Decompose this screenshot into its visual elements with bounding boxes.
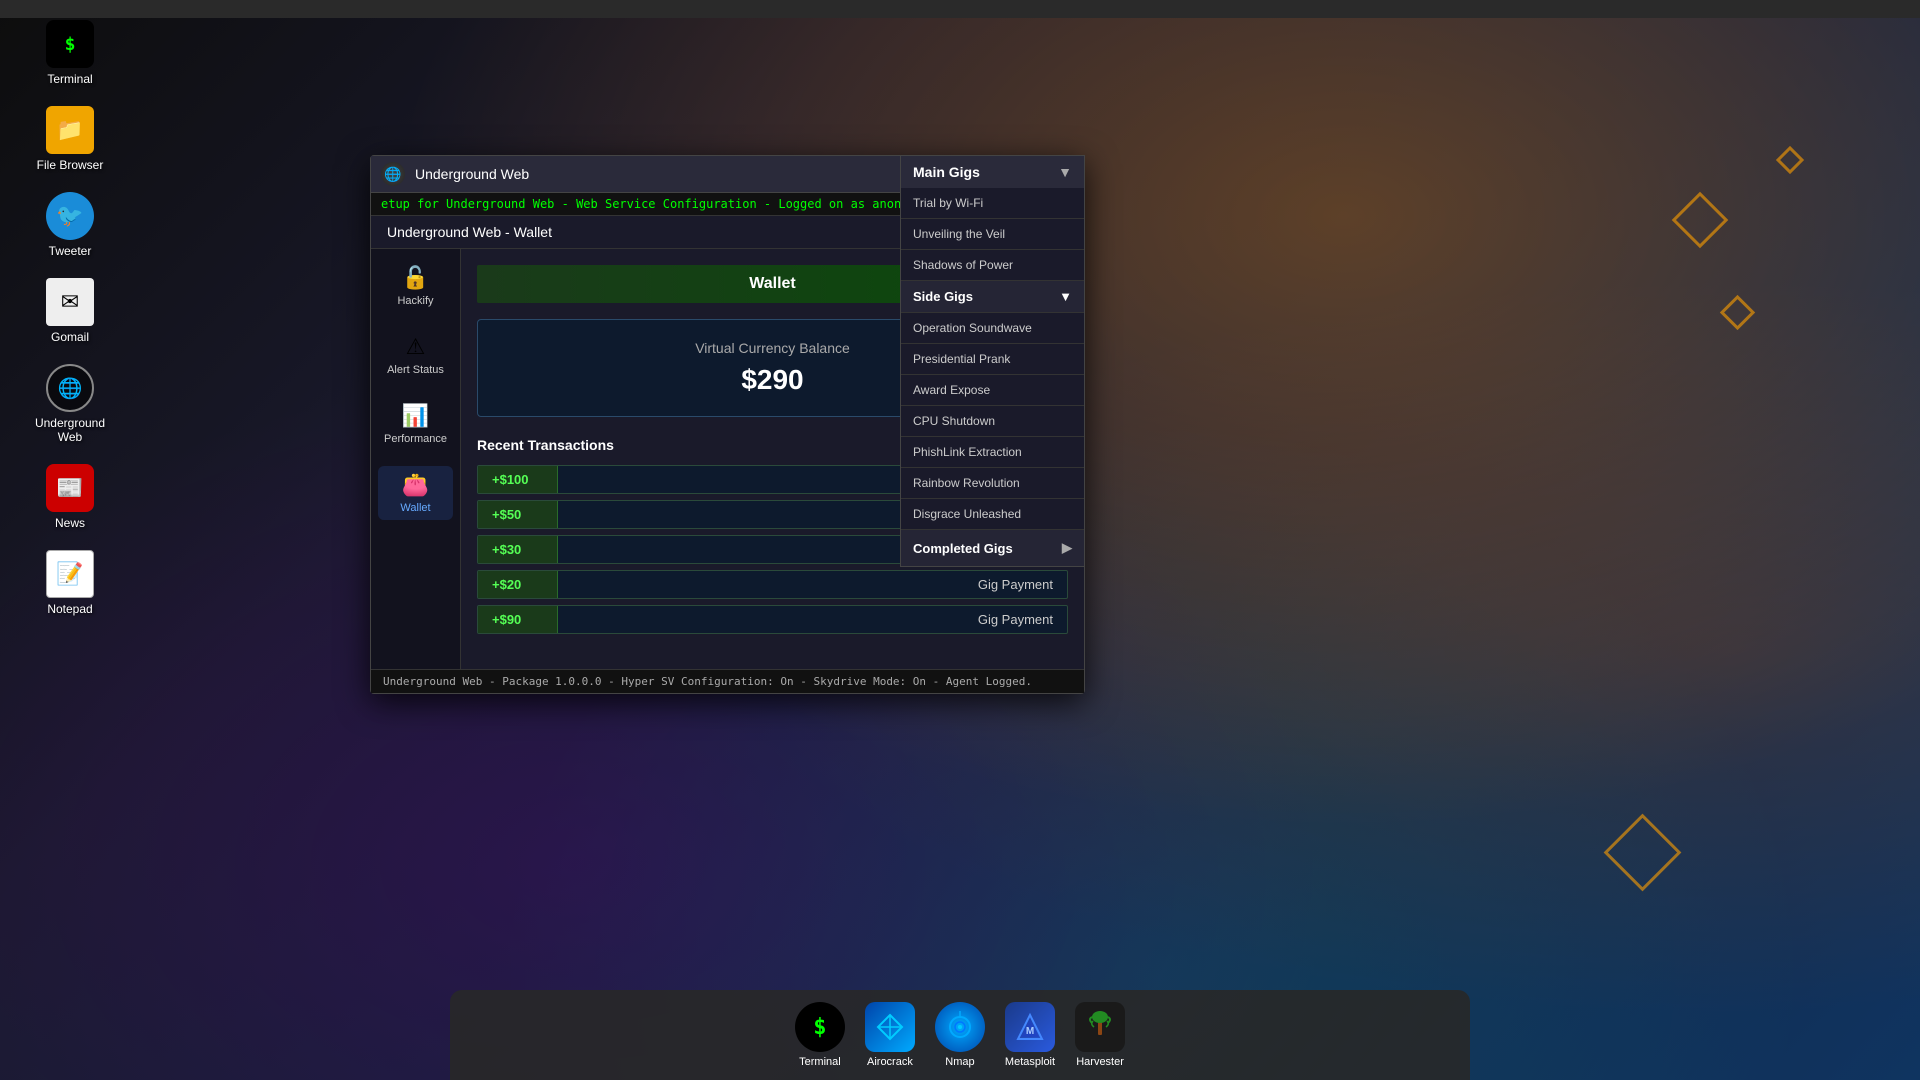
trans-amount: +$30 bbox=[478, 536, 558, 563]
taskbar-terminal[interactable]: $ Terminal bbox=[795, 1002, 845, 1068]
window-app-icon: 🌐 bbox=[381, 162, 405, 186]
completed-gigs-label: Completed Gigs bbox=[913, 541, 1013, 556]
desktop-icon-filebrowser[interactable]: 📁 File Browser bbox=[30, 106, 110, 172]
svg-text:M: M bbox=[1026, 1026, 1034, 1037]
hackify-label: Hackify bbox=[397, 295, 433, 307]
gig-item-disgrace-unleashed[interactable]: Disgrace Unleashed bbox=[901, 499, 1084, 530]
trans-amount: +$100 bbox=[478, 466, 558, 493]
performance-label: Performance bbox=[384, 433, 447, 445]
sidebar-performance[interactable]: 📊 Performance bbox=[378, 397, 453, 451]
gig-item-presidential-prank[interactable]: Presidential Prank bbox=[901, 344, 1084, 375]
deco-diamond bbox=[1604, 814, 1682, 892]
taskbar-airocrack[interactable]: Airocrack bbox=[865, 1002, 915, 1068]
desktop-icon-tweeter[interactable]: 🐦 Tweeter bbox=[30, 192, 110, 258]
news-label: News bbox=[55, 516, 85, 530]
side-gigs-header: Side Gigs ▼ bbox=[901, 281, 1084, 313]
deco-diamond bbox=[1672, 192, 1729, 249]
trans-desc: Gig Payment bbox=[558, 571, 1067, 598]
completed-gigs-expand-icon[interactable]: ▶ bbox=[1062, 540, 1072, 556]
taskbar-bottom: $ Terminal Airocrack Nmap bbox=[450, 990, 1470, 1080]
desktop-icon-notepad[interactable]: 📝 Notepad bbox=[30, 550, 110, 616]
gigs-panel: Main Gigs ▼ Trial by Wi-Fi Unveiling the… bbox=[900, 155, 1085, 567]
desktop-icon-gomail[interactable]: ✉ Gomail bbox=[30, 278, 110, 344]
main-gigs-header: Main Gigs ▼ bbox=[901, 156, 1084, 188]
gomail-label: Gomail bbox=[51, 330, 89, 344]
performance-icon: 📊 bbox=[402, 403, 429, 429]
gig-item-rainbow-revolution[interactable]: Rainbow Revolution bbox=[901, 468, 1084, 499]
sidebar-wallet[interactable]: 👛 Wallet bbox=[378, 466, 453, 520]
taskbar-metasploit-icon: M bbox=[1005, 1002, 1055, 1052]
sidebar-alert-status[interactable]: ⚠ Alert Status bbox=[378, 328, 453, 382]
taskbar-top bbox=[0, 0, 1920, 18]
taskbar-terminal-label: Terminal bbox=[799, 1056, 841, 1068]
side-gigs-label: Side Gigs bbox=[913, 289, 973, 304]
underground-web-label: Underground Web bbox=[30, 416, 110, 444]
transaction-row: +$20 Gig Payment bbox=[477, 570, 1068, 599]
desktop-icon-news[interactable]: 📰 News bbox=[30, 464, 110, 530]
taskbar-harvester[interactable]: Harvester bbox=[1075, 1002, 1125, 1068]
notepad-label: Notepad bbox=[47, 602, 92, 616]
gig-item-phishlink-extraction[interactable]: PhishLink Extraction bbox=[901, 437, 1084, 468]
taskbar-terminal-icon: $ bbox=[795, 1002, 845, 1052]
hackify-icon: 🔓 bbox=[402, 265, 429, 291]
taskbar-nmap[interactable]: Nmap bbox=[935, 1002, 985, 1068]
taskbar-metasploit-label: Metasploit bbox=[1005, 1056, 1055, 1068]
taskbar-harvester-icon bbox=[1075, 1002, 1125, 1052]
gig-item-award-expose[interactable]: Award Expose bbox=[901, 375, 1084, 406]
tweeter-icon: 🐦 bbox=[46, 192, 94, 240]
filebrowser-label: File Browser bbox=[37, 158, 104, 172]
taskbar-metasploit[interactable]: M Metasploit bbox=[1005, 1002, 1055, 1068]
trans-amount: +$20 bbox=[478, 571, 558, 598]
main-gigs-expand-icon[interactable]: ▼ bbox=[1058, 164, 1072, 180]
transaction-row: +$90 Gig Payment bbox=[477, 605, 1068, 634]
gig-item-trial-by-wifi[interactable]: Trial by Wi-Fi bbox=[901, 188, 1084, 219]
side-gigs-expand-icon[interactable]: ▼ bbox=[1059, 289, 1072, 304]
taskbar-harvester-label: Harvester bbox=[1076, 1056, 1124, 1068]
trans-amount: +$50 bbox=[478, 501, 558, 528]
gig-item-cpu-shutdown[interactable]: CPU Shutdown bbox=[901, 406, 1084, 437]
app-sidebar: 🔓 Hackify ⚠ Alert Status 📊 Performance 👛… bbox=[371, 249, 461, 669]
main-gigs-label: Main Gigs bbox=[913, 164, 980, 180]
folder-icon: 📁 bbox=[46, 106, 94, 154]
trans-desc: Gig Payment bbox=[558, 606, 1067, 633]
alert-status-label: Alert Status bbox=[387, 364, 444, 376]
alert-status-icon: ⚠ bbox=[406, 334, 426, 360]
gig-item-shadows-of-power[interactable]: Shadows of Power bbox=[901, 250, 1084, 281]
deco-diamond bbox=[1776, 146, 1804, 174]
taskbar-nmap-label: Nmap bbox=[945, 1056, 974, 1068]
trans-amount: +$90 bbox=[478, 606, 558, 633]
wallet-label: Wallet bbox=[400, 502, 430, 514]
desktop-icons-container: $ Terminal 📁 File Browser 🐦 Tweeter ✉ Go… bbox=[30, 20, 110, 616]
desktop-icon-terminal[interactable]: $ Terminal bbox=[30, 20, 110, 86]
terminal-label: Terminal bbox=[47, 72, 92, 86]
sidebar-hackify[interactable]: 🔓 Hackify bbox=[378, 259, 453, 313]
gig-item-unveiling-the-veil[interactable]: Unveiling the Veil bbox=[901, 219, 1084, 250]
underground-web-icon: 🌐 bbox=[46, 364, 94, 412]
taskbar-nmap-icon bbox=[935, 1002, 985, 1052]
gig-item-operation-soundwave[interactable]: Operation Soundwave bbox=[901, 313, 1084, 344]
gomail-icon: ✉ bbox=[46, 278, 94, 326]
tweeter-label: Tweeter bbox=[49, 244, 92, 258]
completed-gigs-header: Completed Gigs ▶ bbox=[901, 530, 1084, 566]
taskbar-airocrack-icon bbox=[865, 1002, 915, 1052]
desktop-icon-underground-web[interactable]: 🌐 Underground Web bbox=[30, 364, 110, 444]
taskbar-airocrack-label: Airocrack bbox=[867, 1056, 913, 1068]
window-statusbar: Underground Web - Package 1.0.0.0 - Hype… bbox=[371, 669, 1084, 693]
notepad-icon: 📝 bbox=[46, 550, 94, 598]
wallet-icon: 👛 bbox=[402, 472, 429, 498]
terminal-icon: $ bbox=[46, 20, 94, 68]
news-icon: 📰 bbox=[46, 464, 94, 512]
deco-diamond bbox=[1720, 295, 1755, 330]
